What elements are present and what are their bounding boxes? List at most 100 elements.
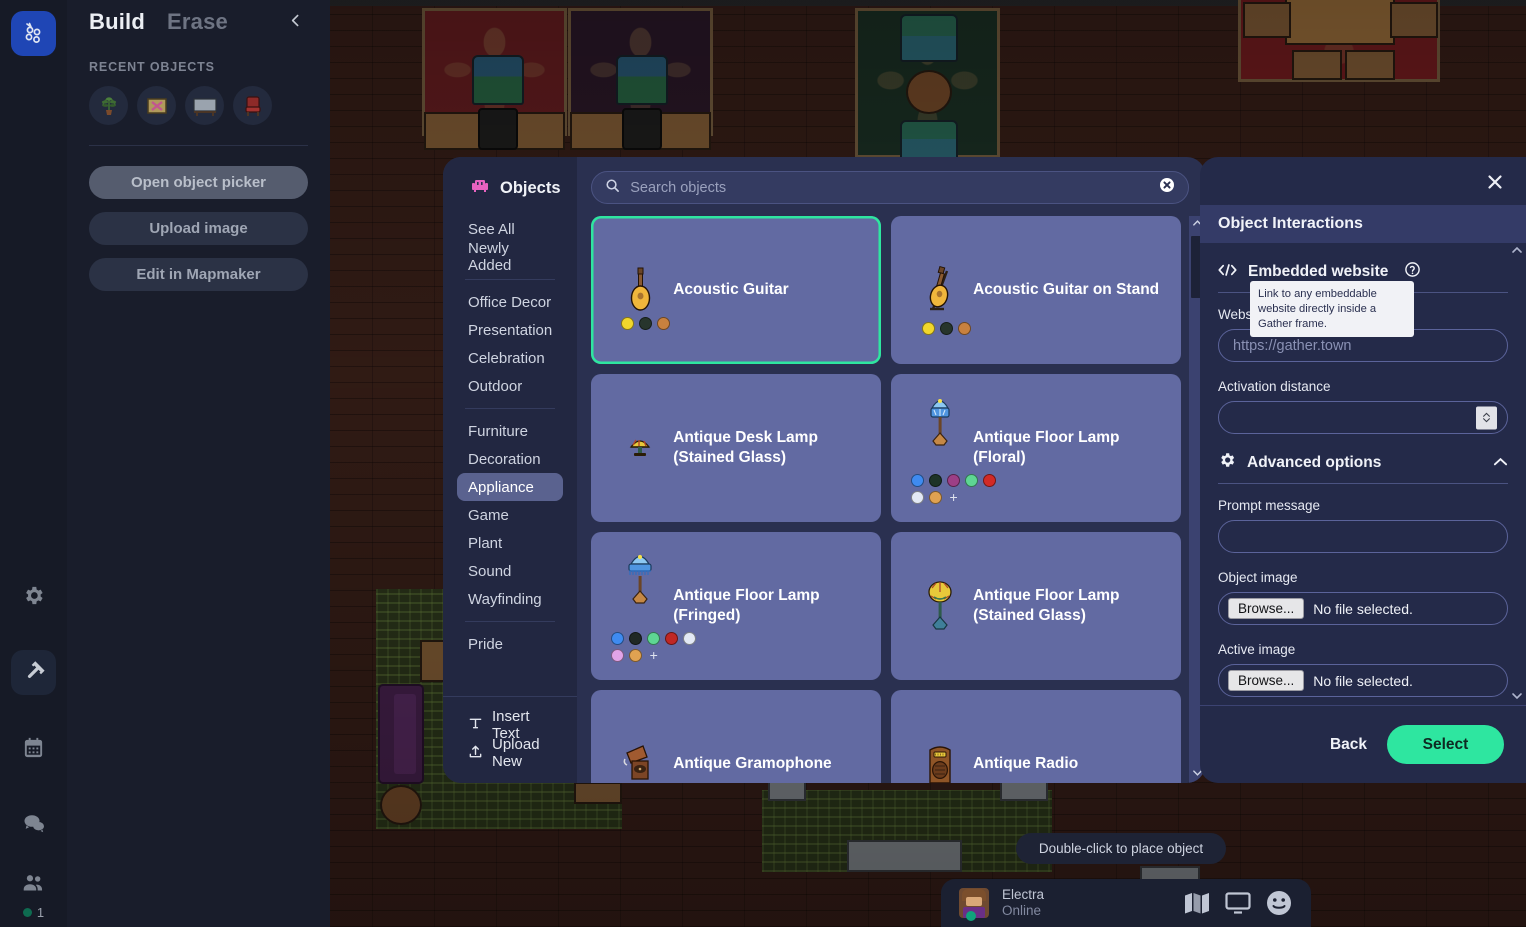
scroll-up-icon[interactable] — [1511, 245, 1523, 257]
category-outdoor[interactable]: Outdoor — [457, 372, 563, 400]
insert-text-button[interactable]: Insert Text — [457, 708, 563, 742]
collapse-sidebar-button[interactable] — [282, 10, 308, 36]
swatch-yellow[interactable] — [621, 317, 635, 330]
panel-title: Object Interactions — [1200, 205, 1526, 243]
advanced-options-header[interactable]: Advanced options — [1218, 451, 1508, 474]
embedded-website-section-header[interactable]: Embedded website — [1218, 261, 1508, 283]
swatch-red[interactable] — [665, 632, 679, 645]
participant-count: 1 — [0, 905, 67, 920]
settings-scrollbar[interactable] — [1510, 243, 1524, 705]
map-chair — [1292, 50, 1342, 80]
category-pride[interactable]: Pride — [457, 630, 563, 658]
swatch-green[interactable] — [647, 632, 661, 645]
sidebar-item-chat[interactable] — [11, 803, 56, 848]
close-icon[interactable] — [1482, 169, 1508, 195]
category-office-decor[interactable]: Office Decor — [457, 288, 563, 316]
back-button[interactable]: Back — [1330, 736, 1367, 754]
swatch-dark[interactable] — [639, 317, 653, 330]
category-presentation[interactable]: Presentation — [457, 316, 563, 344]
swatch-purple[interactable] — [947, 474, 961, 487]
object-name: Antique Floor Lamp (Stained Glass) — [973, 586, 1120, 624]
object-card-antique-floor-lamp-fringed[interactable]: Antique Floor Lamp (Fringed) + — [591, 532, 882, 680]
prompt-message-input[interactable] — [1218, 520, 1508, 553]
hud-user-info[interactable]: Electra Online — [1002, 887, 1170, 920]
tab-build[interactable]: Build — [89, 9, 145, 35]
swatch-tan[interactable] — [657, 317, 671, 330]
category-separator — [465, 621, 556, 622]
category-appliance[interactable]: Appliance — [457, 473, 564, 501]
object-card-antique-floor-lamp-floral[interactable]: Antique Floor Lamp (Floral) + — [891, 374, 1181, 522]
upload-new-button[interactable]: Upload New — [457, 736, 563, 770]
object-card-antique-gramophone[interactable]: Antique Gramophone — [591, 690, 882, 783]
swatch-darkgreen[interactable] — [929, 474, 943, 487]
object-card-antique-radio[interactable]: Antique Radio — [891, 690, 1181, 783]
category-celebration[interactable]: Celebration — [457, 344, 563, 372]
sidebar-item-participants[interactable] — [11, 868, 56, 904]
object-name: Acoustic Guitar — [673, 280, 789, 298]
tab-erase[interactable]: Erase — [167, 9, 228, 35]
upload-image-button[interactable]: Upload image — [89, 212, 308, 245]
chat-bubbles-icon — [22, 811, 46, 840]
emoji-icon[interactable] — [1265, 889, 1293, 917]
swatch-orange[interactable] — [629, 649, 643, 662]
swatch-yellow[interactable] — [922, 322, 936, 335]
swatch-white[interactable] — [683, 632, 697, 645]
screenshare-icon[interactable] — [1224, 890, 1252, 916]
swatch-blue[interactable] — [611, 632, 625, 645]
category-sound[interactable]: Sound — [457, 557, 563, 585]
swatch-pink[interactable] — [611, 649, 625, 662]
swatch-tan[interactable] — [958, 322, 972, 335]
object-card-acoustic-guitar-on-stand[interactable]: Acoustic Guitar on Stand — [891, 216, 1181, 364]
search-box[interactable] — [591, 171, 1189, 204]
swatch-blue[interactable] — [911, 474, 925, 487]
object-image-browse-button[interactable]: Browse... — [1228, 598, 1305, 619]
swatch-more-button[interactable]: + — [647, 648, 660, 662]
object-card-antique-desk-lamp-stained-glass[interactable]: Antique Desk Lamp (Stained Glass) — [591, 374, 882, 522]
search-input[interactable] — [630, 179, 1149, 196]
category-see-all[interactable]: See All — [457, 215, 563, 243]
category-newly-added[interactable]: Newly Added — [457, 240, 563, 274]
recent-object-framed-art[interactable] — [137, 86, 176, 125]
map-monitor — [622, 108, 662, 150]
object-card-acoustic-guitar[interactable]: Acoustic Guitar — [591, 216, 882, 364]
category-furniture[interactable]: Furniture — [457, 417, 563, 445]
object-color-swatches: + — [611, 632, 699, 662]
gather-logo-icon[interactable] — [11, 11, 56, 56]
object-image-label: Object image — [1218, 570, 1298, 585]
recent-object-whiteboard[interactable] — [185, 86, 224, 125]
scroll-down-icon[interactable] — [1511, 691, 1523, 703]
recent-object-red-armchair[interactable] — [233, 86, 272, 125]
clear-circle-icon[interactable] — [1159, 177, 1175, 198]
sidebar-item-calendar[interactable] — [11, 727, 56, 772]
open-object-picker-button[interactable]: Open object picker — [89, 166, 308, 199]
swatch-dark[interactable] — [940, 322, 954, 335]
swatch-red[interactable] — [983, 474, 997, 487]
object-image-file-row[interactable]: Browse... No file selected. — [1218, 592, 1508, 625]
swatch-green[interactable] — [965, 474, 979, 487]
category-game[interactable]: Game — [457, 501, 563, 529]
category-decoration[interactable]: Decoration — [457, 445, 563, 473]
category-wayfinding[interactable]: Wayfinding — [457, 585, 563, 613]
question-circle-icon[interactable] — [1404, 261, 1421, 283]
picker-main-area: Acoustic Guitar — [577, 157, 1205, 783]
recent-object-potted-plant[interactable] — [89, 86, 128, 125]
number-stepper-icon[interactable] — [1476, 406, 1497, 429]
sidebar-item-settings[interactable] — [11, 575, 56, 620]
online-status-dot — [22, 908, 32, 917]
swatch-darkgreen[interactable] — [629, 632, 643, 645]
sidebar-item-build[interactable] — [11, 650, 56, 695]
chevron-up-icon[interactable] — [1493, 454, 1508, 472]
swatch-more-button[interactable]: + — [947, 490, 960, 504]
object-card-antique-floor-lamp-stained-glass[interactable]: Antique Floor Lamp (Stained Glass) — [891, 532, 1181, 680]
map-icon[interactable] — [1183, 890, 1211, 916]
edit-in-mapmaker-button[interactable]: Edit in Mapmaker — [89, 258, 308, 291]
embedded-website-label: Embedded website — [1248, 263, 1389, 280]
select-button[interactable]: Select — [1387, 725, 1504, 764]
category-plant[interactable]: Plant — [457, 529, 563, 557]
active-image-file-row[interactable]: Browse... No file selected. — [1218, 664, 1508, 697]
swatch-orange[interactable] — [929, 491, 943, 504]
swatch-white[interactable] — [911, 491, 925, 504]
active-image-browse-button[interactable]: Browse... — [1228, 670, 1305, 691]
activation-distance-input[interactable] — [1218, 401, 1508, 434]
